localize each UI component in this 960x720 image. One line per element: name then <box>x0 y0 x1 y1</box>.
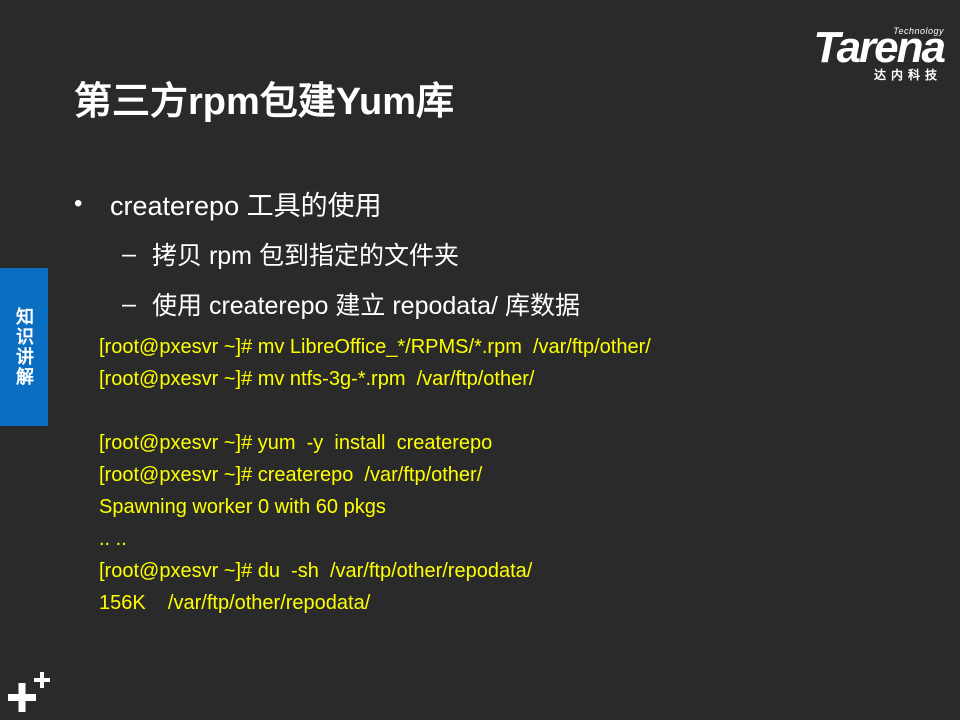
sub-bullet-item: – 使用 createrepo 建立 repodata/ 库数据 <box>122 286 580 322</box>
code-line: [root@pxesvr ~]# mv LibreOffice_*/RPMS/*… <box>99 336 651 358</box>
logo-subtitle: 达内科技 <box>873 68 942 82</box>
code-line: Spawning worker 0 with 60 pkgs <box>99 496 386 518</box>
sub-bullet-dash: – <box>122 289 136 318</box>
logo-technology: Technology <box>893 26 944 36</box>
sub-bullet-dash: – <box>122 239 136 268</box>
sub-bullet-text: 使用 createrepo 建立 repodata/ 库数据 <box>152 292 580 320</box>
bullet-text: createrepo 工具的使用 <box>110 191 382 221</box>
slide: 第三方rpm包建Yum库 Tarena Technology 达内科技 知识讲解… <box>0 0 960 720</box>
code-line: [root@pxesvr ~]# du -sh /var/ftp/other/r… <box>99 560 533 582</box>
code-line: .. .. <box>99 528 127 550</box>
sub-bullet-text: 拷贝 rpm 包到指定的文件夹 <box>152 242 459 270</box>
bullet-dot: • <box>74 189 83 217</box>
side-tab-label: 知识讲解 <box>14 307 34 387</box>
code-line: [root@pxesvr ~]# mv ntfs-3g-*.rpm /var/f… <box>99 368 535 390</box>
slide-title: 第三方rpm包建Yum库 <box>74 81 455 123</box>
tarena-logo: Tarena Technology 达内科技 <box>774 22 946 84</box>
side-tab: 知识讲解 <box>0 268 48 426</box>
code-line: [root@pxesvr ~]# createrepo /var/ftp/oth… <box>99 464 483 486</box>
code-line: [root@pxesvr ~]# yum -y install createre… <box>99 432 493 454</box>
bullet-item: • createrepo 工具的使用 <box>74 184 382 223</box>
code-block: [root@pxesvr ~]# mv LibreOffice_*/RPMS/*… <box>99 331 651 619</box>
plus-plus-icon <box>8 672 50 712</box>
sub-bullet-item: – 拷贝 rpm 包到指定的文件夹 <box>122 236 459 272</box>
code-line: 156K /var/ftp/other/repodata/ <box>99 592 371 614</box>
